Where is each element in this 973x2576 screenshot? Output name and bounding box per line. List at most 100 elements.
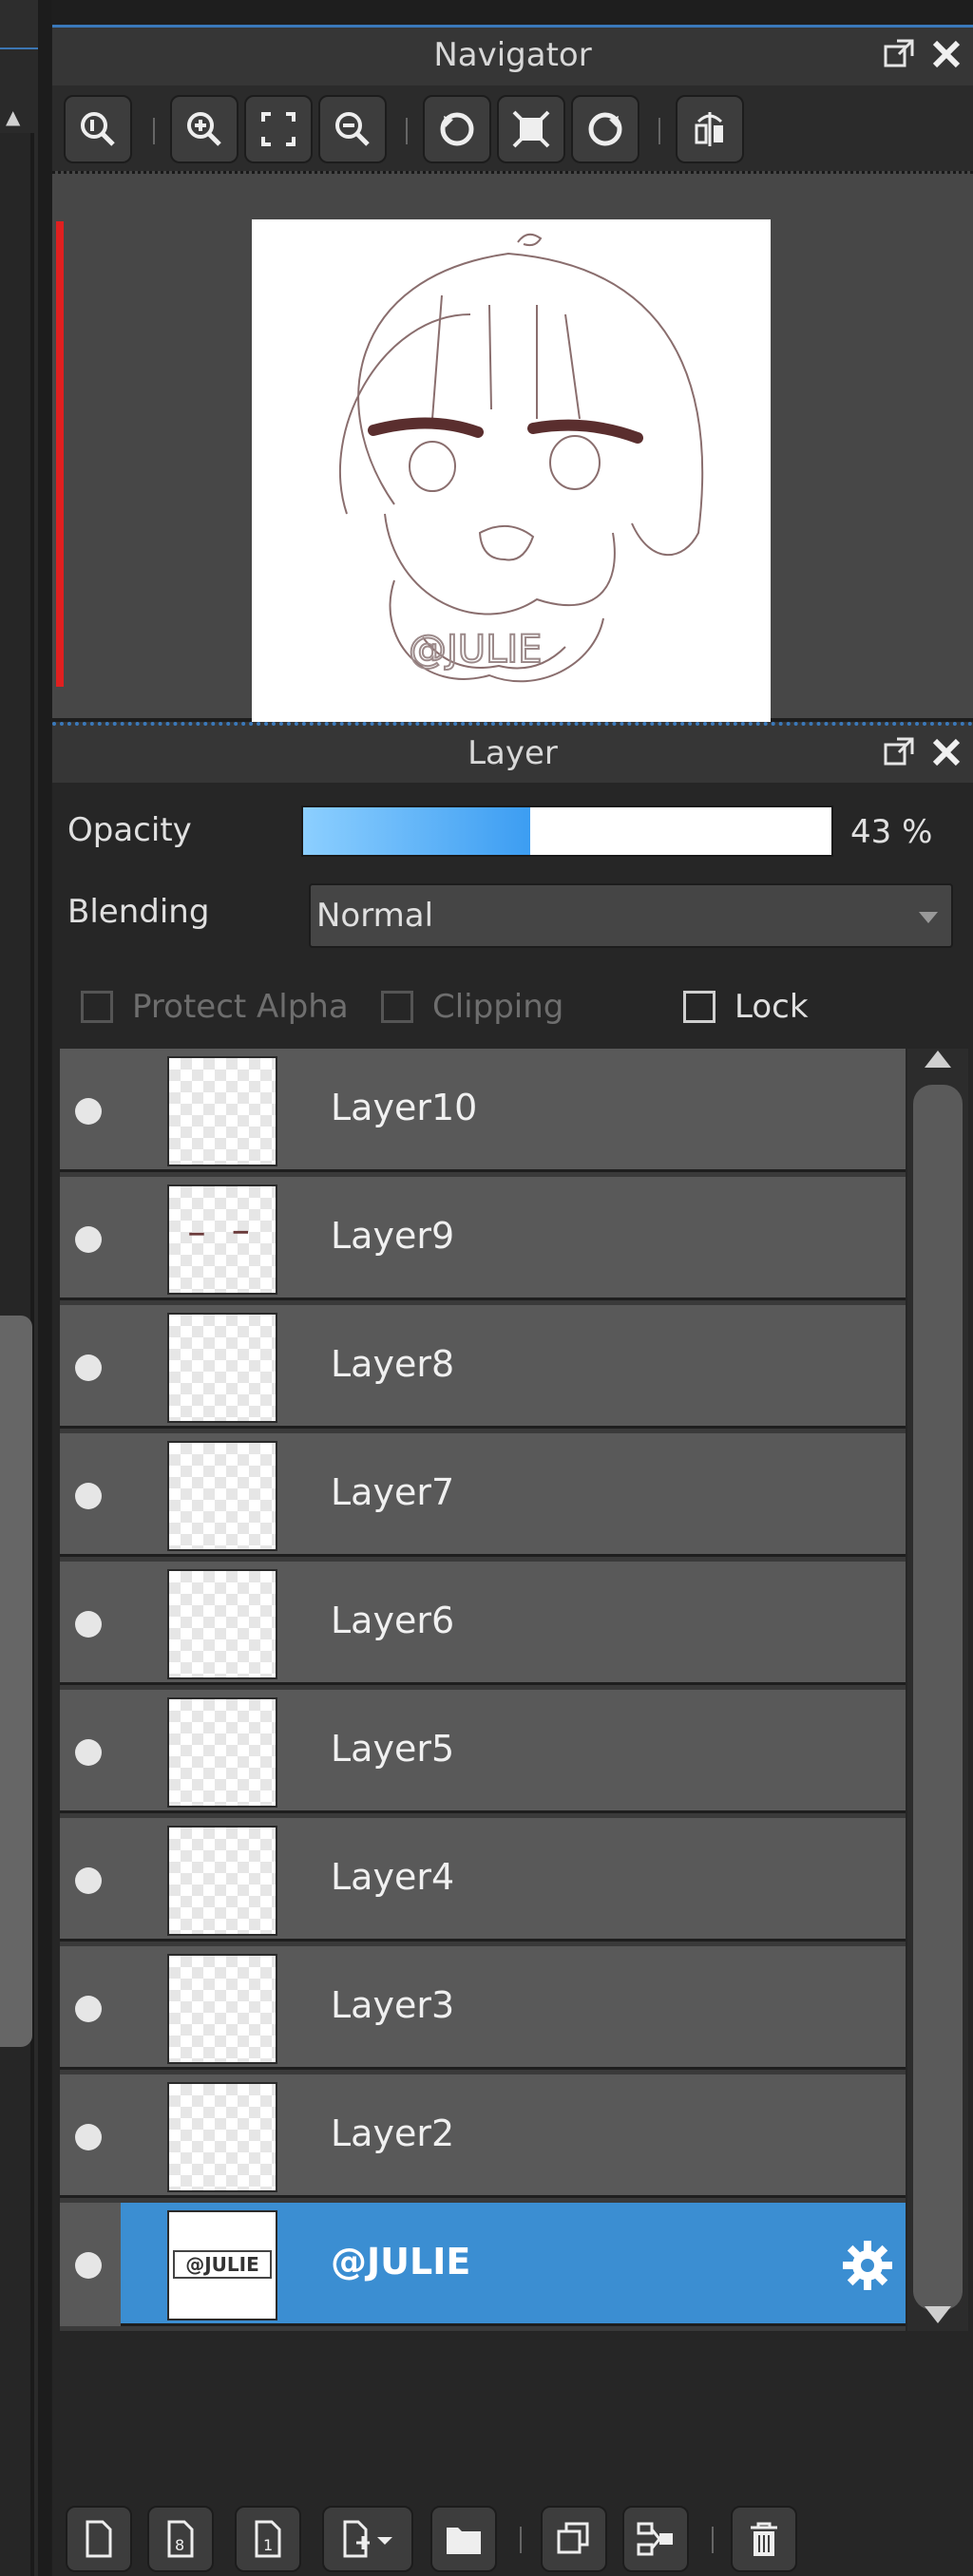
layer-list: Layer10 Layer9 Layer8 Layer7 Layer6 Laye… [60, 1049, 906, 2331]
layer-thumbnail [167, 1313, 277, 1423]
layer-thumbnail [167, 1697, 277, 1808]
add-layer-menu-icon[interactable] [322, 2506, 413, 2572]
layer-panel: Layer Opacity 43 % Blending Normal Prote… [52, 722, 973, 2576]
layer-name: Layer6 [331, 1600, 455, 1641]
merge-layer-icon[interactable] [622, 2506, 689, 2572]
scroll-up-icon[interactable] [925, 1051, 951, 1068]
layer-row[interactable]: Layer3 [60, 1946, 906, 2070]
character-sketch-image: @JULIE [338, 233, 704, 683]
clipping-checkbox[interactable]: Clipping [381, 988, 563, 1026]
navigator-preview[interactable]: @JULIE [52, 171, 973, 736]
layer-actions-toolbar: 8 1 [60, 2500, 972, 2576]
svg-text:1: 1 [263, 2536, 273, 2554]
blending-value: Normal [316, 897, 434, 935]
close-icon[interactable] [929, 735, 963, 769]
left-scrollbar-thumb[interactable] [0, 1316, 32, 2047]
visibility-toggle-icon[interactable] [75, 1098, 102, 1125]
gear-icon[interactable] [839, 2237, 896, 2294]
layer-row[interactable]: Layer2 [60, 2074, 906, 2198]
layer-thumbnail [167, 1056, 277, 1166]
layer-thumbnail [167, 2082, 277, 2192]
blending-label: Blending [67, 893, 210, 931]
visibility-toggle-icon[interactable] [75, 1739, 102, 1766]
new-1bit-layer-icon[interactable]: 1 [235, 2506, 301, 2572]
checkbox-box [683, 991, 715, 1023]
layer-thumbnail [167, 1184, 277, 1295]
visibility-toggle-icon[interactable] [75, 2124, 102, 2150]
new-8bit-layer-icon[interactable]: 8 [147, 2506, 214, 2572]
duplicate-layer-icon[interactable] [541, 2506, 607, 2572]
opacity-value: 43 % [850, 813, 933, 851]
visibility-toggle-icon[interactable] [75, 1996, 102, 2022]
checkbox-box [81, 991, 113, 1023]
navigator-toolbar [52, 85, 973, 171]
blending-select[interactable]: Normal [309, 883, 953, 948]
layer-name: Layer4 [331, 1856, 455, 1898]
navigator-titlebar: Navigator [52, 25, 973, 85]
scroll-up-icon[interactable]: ▲ [6, 103, 29, 131]
opacity-slider[interactable] [301, 805, 833, 857]
visibility-toggle-icon[interactable] [75, 1354, 102, 1381]
visibility-toggle-icon[interactable] [75, 1483, 102, 1509]
protect-alpha-label: Protect Alpha [132, 988, 349, 1026]
layer-row[interactable]: Layer4 [60, 1818, 906, 1941]
layer-row[interactable]: Layer6 [60, 1562, 906, 1685]
zoom-in-icon[interactable] [170, 95, 238, 163]
layer-name: Layer7 [331, 1471, 455, 1513]
new-layer-icon[interactable] [66, 2506, 132, 2572]
folder-icon[interactable] [430, 2506, 497, 2572]
layer-name: Layer3 [331, 1984, 455, 2026]
zoom-out-icon[interactable] [318, 95, 387, 163]
rotate-left-icon[interactable] [423, 95, 491, 163]
view-frame-indicator [56, 221, 64, 687]
layer-row-selected[interactable]: @JULIE @JULIE [60, 2203, 906, 2326]
panel-divider[interactable] [38, 0, 51, 2576]
chevron-down-icon [919, 912, 938, 923]
zoom-actual-icon[interactable] [64, 95, 132, 163]
layer-row[interactable]: Layer5 [60, 1690, 906, 1813]
layer-thumbnail [167, 1441, 277, 1551]
fullscreen-icon[interactable] [497, 95, 565, 163]
toolbar-separator [406, 118, 408, 144]
lock-checkbox[interactable]: Lock [683, 988, 809, 1026]
scroll-down-icon[interactable] [925, 2306, 951, 2323]
layer-row[interactable]: Layer10 [60, 1049, 906, 1172]
opacity-label: Opacity [67, 811, 192, 849]
layer-thumbnail [167, 1569, 277, 1679]
canvas-thumbnail: @JULIE [252, 219, 771, 736]
layer-name: @JULIE [331, 2241, 471, 2282]
visibility-toggle-icon[interactable] [75, 1226, 102, 1253]
rotate-right-icon[interactable] [571, 95, 639, 163]
fit-icon[interactable] [244, 95, 313, 163]
toolbar-separator [153, 118, 155, 144]
layer-list-scrollbar[interactable] [907, 1049, 968, 2331]
layer-row[interactable]: Layer7 [60, 1433, 906, 1557]
checkbox-box [381, 991, 413, 1023]
close-icon[interactable] [929, 37, 963, 71]
clipping-label: Clipping [432, 988, 564, 1026]
visibility-toggle-icon[interactable] [75, 1611, 102, 1638]
layer-row[interactable]: Layer8 [60, 1305, 906, 1429]
layer-thumbnail: @JULIE [167, 2210, 277, 2320]
popout-icon[interactable] [882, 37, 916, 71]
layer-name: Layer10 [331, 1087, 478, 1128]
delete-layer-icon[interactable] [731, 2506, 797, 2572]
scrollbar-thumb[interactable] [913, 1085, 963, 2310]
navigator-panel: Navigator @JULIE [52, 25, 973, 736]
visibility-toggle-icon[interactable] [75, 2252, 102, 2279]
toolbar-separator [520, 2527, 522, 2553]
svg-text:@JULIE: @JULIE [409, 628, 542, 672]
popout-icon[interactable] [882, 735, 916, 769]
layer-row[interactable]: Layer9 [60, 1177, 906, 1300]
layer-name: Layer5 [331, 1728, 455, 1770]
navigator-title: Navigator [433, 36, 592, 74]
left-scrollbar[interactable] [0, 133, 34, 2576]
svg-text:8: 8 [175, 2536, 184, 2554]
visibility-toggle-icon[interactable] [75, 1867, 102, 1894]
watermark-thumbnail: @JULIE [173, 2250, 272, 2279]
toolbar-separator [658, 118, 660, 144]
flip-icon[interactable] [676, 95, 744, 163]
layer-title: Layer [467, 734, 558, 772]
protect-alpha-checkbox[interactable]: Protect Alpha [81, 988, 349, 1026]
layer-name: Layer2 [331, 2112, 455, 2154]
